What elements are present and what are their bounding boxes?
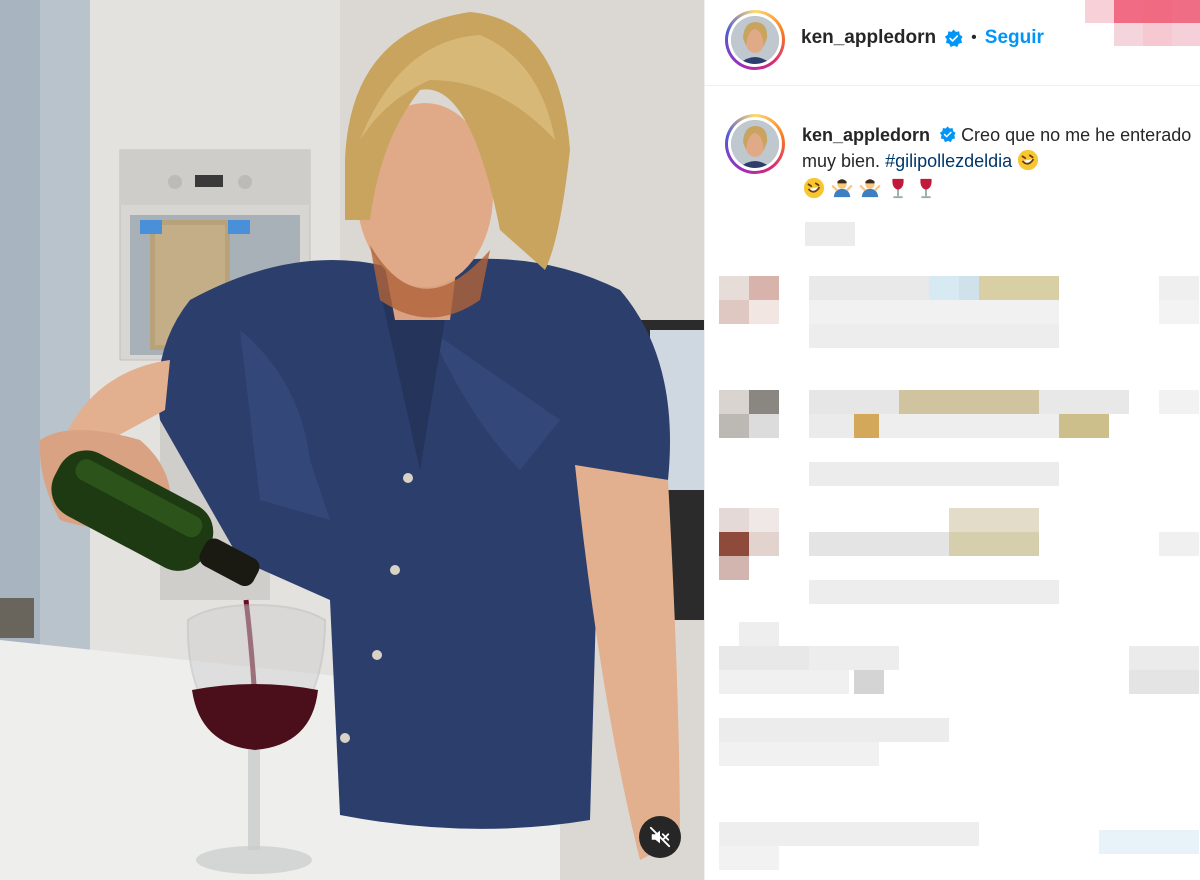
follow-button[interactable]: Seguir [985,27,1044,49]
person-shrugging-emoji-icon [830,176,854,200]
avatar-image [731,16,779,64]
separator-dot: • [971,29,977,46]
caption-username[interactable]: ken_appledorn [802,125,930,145]
caption-avatar[interactable] [725,114,785,174]
speaker-muted-icon [649,826,671,848]
video-frame [0,0,704,880]
wine-glass-emoji-icon [914,176,938,200]
avatar[interactable] [725,10,785,70]
mute-button[interactable] [639,816,681,858]
blurred-region [1085,0,1200,46]
caption-emoji-row [802,176,1192,200]
post-side-panel: ken_appledorn • Seguir ken_appledorn Cre… [704,0,1200,880]
post-media[interactable] [0,0,704,880]
caption-text: ken_appledorn Creo que no me he enterado… [802,122,1192,200]
rolling-laughing-emoji-icon [802,176,826,200]
rolling-laughing-emoji-icon [1018,149,1039,171]
verified-badge-icon [945,28,963,47]
hashtag-link[interactable]: #gilipollezdeldia [885,151,1012,171]
header-username[interactable]: ken_appledorn [801,27,936,49]
verified-badge-icon [939,126,956,143]
wine-glass-emoji-icon [886,176,910,200]
person-shrugging-emoji-icon [858,176,882,200]
post-header: ken_appledorn • Seguir [705,0,1200,86]
